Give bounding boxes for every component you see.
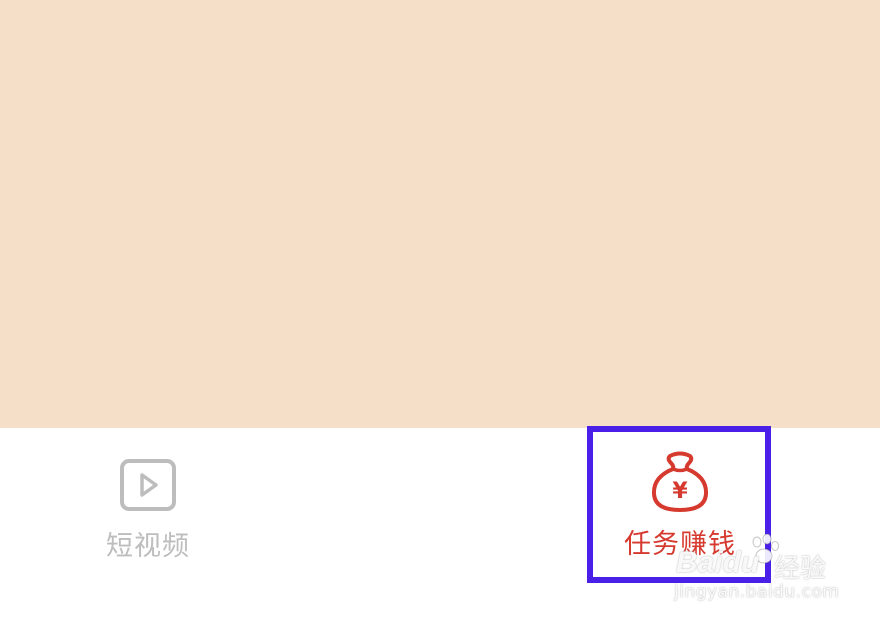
bottom-tab-bar: 短视频 ¥ 任务赚钱 <box>0 428 880 624</box>
tab-short-video-label: 短视频 <box>106 531 190 562</box>
tab-task-earn-money-label: 任务赚钱 <box>624 529 736 560</box>
app-screen: 短视频 ¥ 任务赚钱 Baidu 经验 jingyan.baidu.com <box>0 0 880 624</box>
play-video-icon <box>120 459 176 511</box>
tab-short-video[interactable]: 短视频 <box>88 458 208 563</box>
yuan-symbol: ¥ <box>672 479 688 504</box>
tab-task-earn-money[interactable]: ¥ 任务赚钱 <box>600 450 760 561</box>
money-bag-icon: ¥ <box>651 451 709 512</box>
content-area <box>0 0 880 428</box>
